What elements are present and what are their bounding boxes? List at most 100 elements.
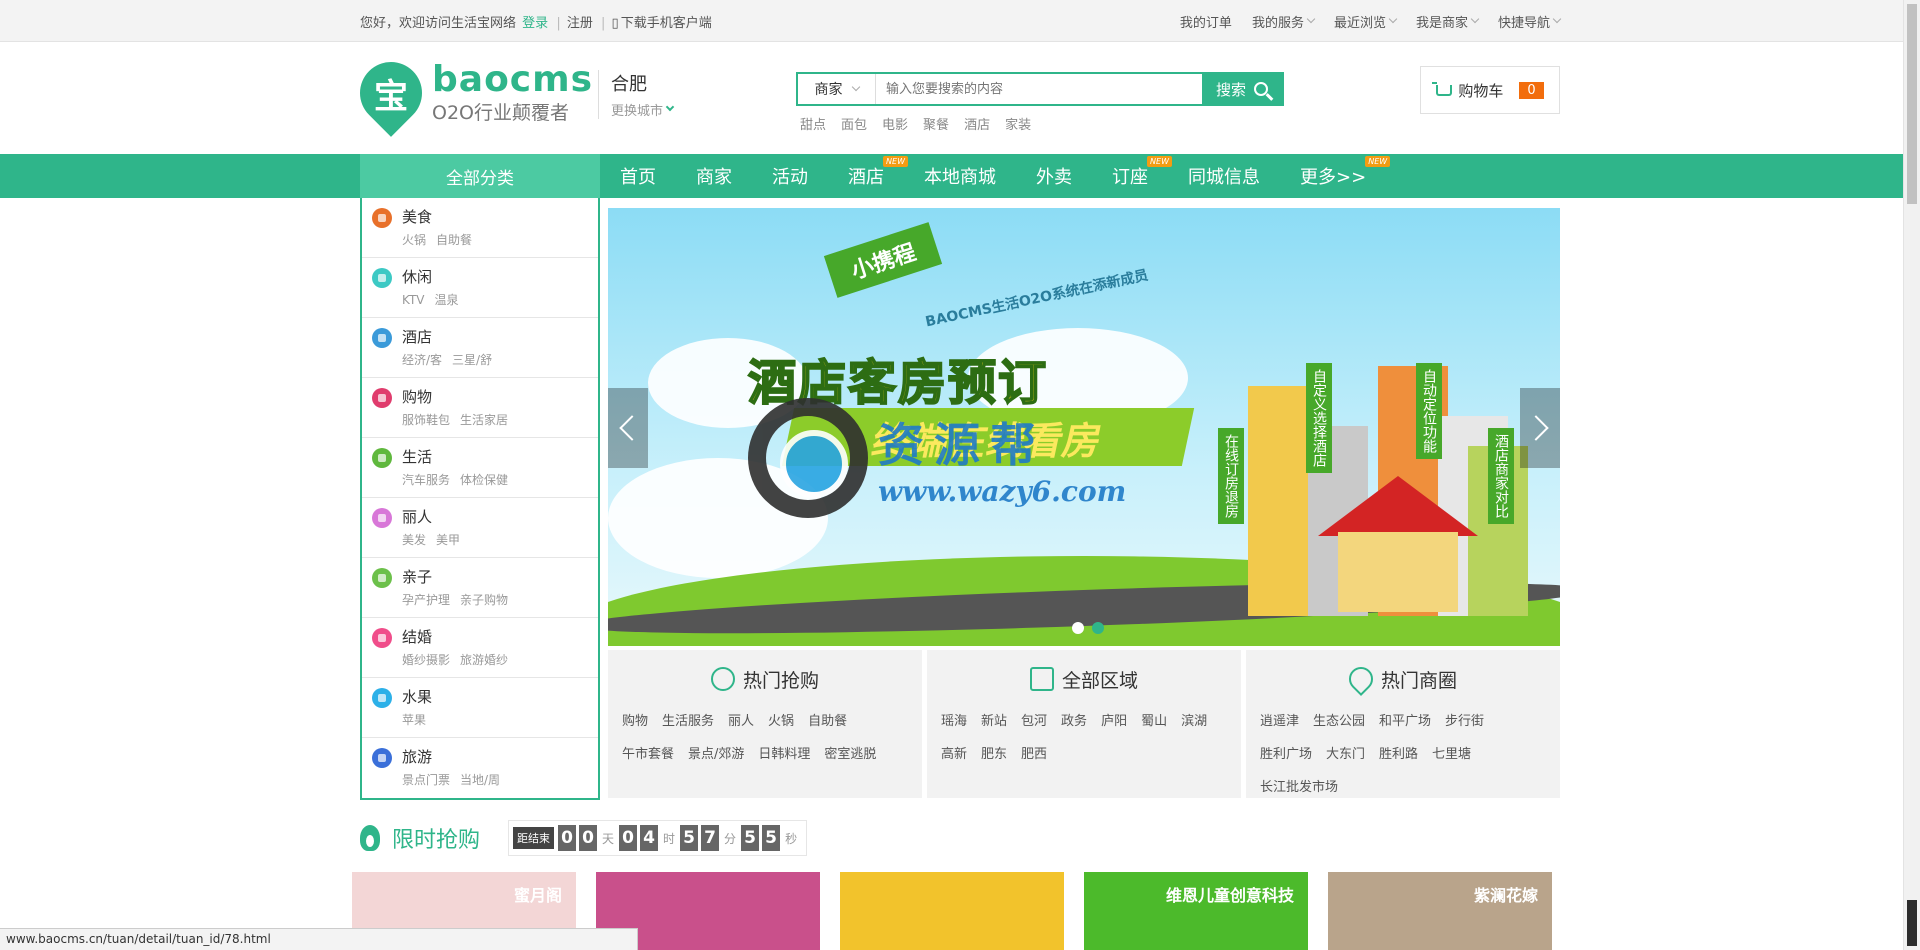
category-sub-link[interactable]: KTV: [402, 293, 424, 307]
panel-link[interactable]: 七里塘: [1432, 743, 1471, 762]
panel-link[interactable]: 政务: [1061, 710, 1087, 729]
panel-link[interactable]: 胜利路: [1379, 743, 1418, 762]
nav-item[interactable]: 活动: [772, 154, 808, 198]
panel-link[interactable]: 包河: [1021, 710, 1047, 729]
panel-link[interactable]: 蜀山: [1141, 710, 1167, 729]
panel-link[interactable]: 逍遥津: [1260, 710, 1299, 729]
panel-link[interactable]: 和平广场: [1379, 710, 1431, 729]
category-sub-link[interactable]: 生活家居: [460, 413, 508, 427]
hot-keyword[interactable]: 甜点: [800, 114, 826, 133]
panel-link[interactable]: 步行街: [1445, 710, 1484, 729]
banner-next-button[interactable]: [1520, 388, 1560, 468]
category-sub-link[interactable]: 汽车服务: [402, 473, 450, 487]
product-card[interactable]: 紫澜花嫁: [1328, 872, 1552, 950]
panel-link[interactable]: 新站: [981, 710, 1007, 729]
panel-link[interactable]: 肥东: [981, 743, 1007, 762]
switch-city-link[interactable]: 更换城市: [611, 100, 675, 119]
panel-link[interactable]: 购物: [622, 710, 648, 729]
scroll-widget[interactable]: [1907, 900, 1917, 946]
category-title[interactable]: 亲子: [402, 566, 518, 588]
download-app-link[interactable]: ▯ 下载手机客户端: [612, 16, 714, 31]
category-sub-link[interactable]: 旅游婚纱: [460, 653, 508, 667]
category-sub-link[interactable]: 亲子购物: [460, 593, 508, 607]
all-categories-button[interactable]: 全部分类: [360, 154, 600, 198]
hot-keyword[interactable]: 面包: [841, 114, 867, 133]
panel-link[interactable]: 长江批发市场: [1260, 776, 1338, 795]
category-item[interactable]: 水果 苹果: [362, 678, 598, 738]
nav-item[interactable]: 酒店 NEW: [848, 154, 908, 198]
category-sub-link[interactable]: 当地/周: [460, 773, 500, 787]
panel-link[interactable]: 日韩料理: [758, 743, 810, 762]
panel-link[interactable]: 生态公园: [1313, 710, 1365, 729]
my-orders-link[interactable]: 我的订单: [1180, 12, 1232, 31]
category-item[interactable]: 旅游景点门票 当地/周: [362, 738, 598, 798]
promo-banner[interactable]: 小携程 BAOCMS生活O2O系统在添新成员 酒店客房预订 终端在线看房 在线订…: [608, 208, 1560, 646]
site-logo[interactable]: 宝 baocms O2O行业颠覆者: [347, 49, 593, 137]
category-title[interactable]: 生活: [402, 446, 518, 468]
category-title[interactable]: 结婚: [402, 626, 518, 648]
panel-link[interactable]: 胜利广场: [1260, 743, 1312, 762]
nav-item[interactable]: 同城信息: [1188, 154, 1260, 198]
hot-keyword[interactable]: 电影: [882, 114, 908, 133]
scrollbar-thumb[interactable]: [1907, 4, 1917, 204]
category-sub-link[interactable]: 服饰鞋包: [402, 413, 450, 427]
banner-prev-button[interactable]: [608, 388, 648, 468]
panel-link[interactable]: 景点/郊游: [688, 743, 744, 762]
category-title[interactable]: 美食: [402, 206, 482, 228]
category-sub-link[interactable]: 三星/舒: [452, 353, 492, 367]
category-item[interactable]: 亲子孕产护理 亲子购物: [362, 558, 598, 618]
category-sub-link[interactable]: 景点门票: [402, 773, 450, 787]
category-title[interactable]: 水果: [402, 686, 436, 708]
category-title[interactable]: 休闲: [402, 266, 469, 288]
nav-item[interactable]: 商家: [696, 154, 732, 198]
product-card[interactable]: [840, 872, 1064, 950]
hot-keyword[interactable]: 酒店: [964, 114, 990, 133]
category-title[interactable]: 旅游: [402, 746, 510, 768]
panel-link[interactable]: 肥西: [1021, 743, 1047, 762]
category-sub-link[interactable]: 火锅: [402, 233, 426, 247]
nav-item[interactable]: 更多>> NEW: [1300, 154, 1391, 198]
login-link[interactable]: 登录: [522, 16, 548, 31]
register-link[interactable]: 注册: [567, 16, 593, 31]
category-sub-link[interactable]: 婚纱摄影: [402, 653, 450, 667]
search-input[interactable]: [876, 74, 1202, 104]
merchant-link[interactable]: 我是商家: [1416, 12, 1480, 31]
panel-link[interactable]: 高新: [941, 743, 967, 762]
category-item[interactable]: 酒店 经济/客 三星/舒: [362, 318, 598, 378]
search-type-select[interactable]: 商家: [798, 74, 876, 104]
panel-link[interactable]: 丽人: [728, 710, 754, 729]
panel-link[interactable]: 火锅: [768, 710, 794, 729]
category-item[interactable]: 丽人 美发 美甲: [362, 498, 598, 558]
category-item[interactable]: 结婚婚纱摄影 旅游婚纱: [362, 618, 598, 678]
category-sub-link[interactable]: 体检保健: [460, 473, 508, 487]
category-sub-link[interactable]: 苹果: [402, 713, 426, 727]
search-button[interactable]: 搜索: [1202, 74, 1282, 104]
hot-keyword[interactable]: 家装: [1005, 114, 1031, 133]
quick-nav-link[interactable]: 快捷导航: [1498, 12, 1562, 31]
category-sub-link[interactable]: 自助餐: [436, 233, 472, 247]
category-sub-link[interactable]: 孕产护理: [402, 593, 450, 607]
category-title[interactable]: 购物: [402, 386, 518, 408]
category-title[interactable]: 丽人: [402, 506, 470, 528]
category-item[interactable]: 生活汽车服务 体检保健: [362, 438, 598, 498]
banner-dot-active[interactable]: [1092, 622, 1104, 634]
panel-link[interactable]: 大东门: [1326, 743, 1365, 762]
panel-link[interactable]: 午市套餐: [622, 743, 674, 762]
nav-item[interactable]: 本地商城: [924, 154, 996, 198]
category-item[interactable]: 美食火锅 自助餐: [362, 198, 598, 258]
panel-link[interactable]: 自助餐: [808, 710, 847, 729]
category-sub-link[interactable]: 经济/客: [402, 353, 442, 367]
panel-link[interactable]: 滨湖: [1181, 710, 1207, 729]
category-sub-link[interactable]: 温泉: [434, 293, 458, 307]
hot-keyword[interactable]: 聚餐: [923, 114, 949, 133]
my-services-link[interactable]: 我的服务: [1252, 12, 1316, 31]
cart-button[interactable]: 购物车 0: [1420, 66, 1560, 114]
nav-item[interactable]: 外卖: [1036, 154, 1072, 198]
category-sub-link[interactable]: 美甲: [436, 533, 460, 547]
panel-link[interactable]: 瑶海: [941, 710, 967, 729]
page-scrollbar[interactable]: [1903, 0, 1920, 950]
category-item[interactable]: 购物服饰鞋包 生活家居: [362, 378, 598, 438]
panel-link[interactable]: 生活服务: [662, 710, 714, 729]
category-item[interactable]: 休闲 KTV 温泉: [362, 258, 598, 318]
nav-item[interactable]: 订座 NEW: [1112, 154, 1172, 198]
